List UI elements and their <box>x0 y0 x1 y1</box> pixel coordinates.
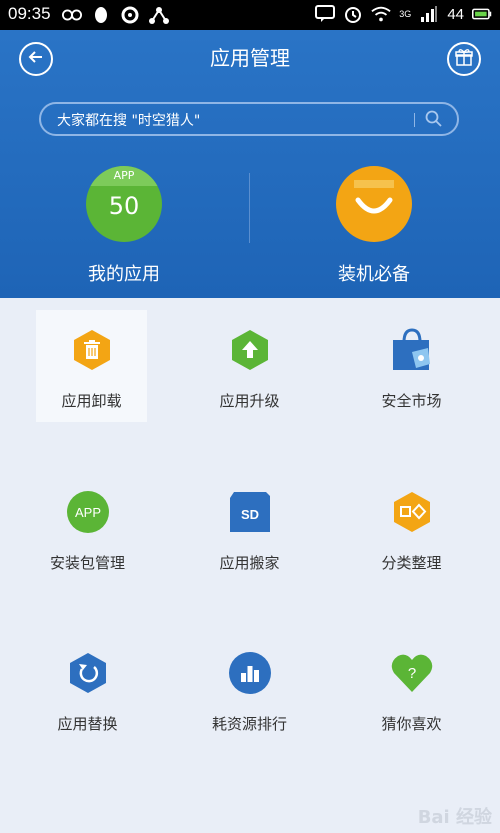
grid-label: 应用搬家 <box>219 554 280 572</box>
infinity-icon <box>62 5 82 25</box>
grid-label: 应用升级 <box>219 392 280 410</box>
grid-label: 安装包管理 <box>49 554 125 572</box>
upgrade-apps-item[interactable]: 应用升级 <box>194 310 305 422</box>
smile-bag-icon <box>336 166 412 242</box>
grid-label: 应用替换 <box>57 715 118 733</box>
share-hub-icon <box>149 5 169 25</box>
my-apps-label: 我的应用 <box>88 264 160 285</box>
grid-label: 耗资源排行 <box>211 715 287 733</box>
heart-question-icon: ? <box>390 651 434 695</box>
package-manager-item[interactable]: APP 安装包管理 <box>20 472 131 584</box>
replace-apps-item[interactable]: 应用替换 <box>32 633 143 745</box>
app-header: 应用管理 大家都在搜 "时空猎人" APP 50 我的应用 装机必备 <box>0 30 500 298</box>
app-badge: APP <box>86 166 162 186</box>
grid-label: 分类整理 <box>381 554 442 572</box>
grid-label: 安全市场 <box>381 392 442 410</box>
uninstall-apps-item[interactable]: 应用卸载 <box>36 310 147 422</box>
grid-label: 猜你喜欢 <box>381 715 442 733</box>
my-apps-button[interactable]: APP 50 我的应用 <box>24 166 224 286</box>
essentials-button[interactable]: 装机必备 <box>274 166 474 286</box>
app-package-icon-text: APP <box>75 505 101 520</box>
category-sort-item[interactable]: 分类整理 <box>356 472 467 584</box>
featured-divider <box>249 173 250 243</box>
replace-icon <box>66 651 110 695</box>
essentials-label: 装机必备 <box>338 264 410 285</box>
alarm-clock-icon <box>343 4 363 24</box>
sd-card-icon-text: SD <box>241 507 259 522</box>
wifi-icon <box>371 4 391 24</box>
app-count: 50 <box>108 192 140 220</box>
ranking-chart-icon <box>228 651 272 695</box>
category-icon <box>390 490 434 534</box>
message-icon <box>315 4 336 24</box>
sd-card-icon: SD <box>228 490 272 534</box>
aperture-icon <box>120 5 140 25</box>
heart-question-icon-text: ? <box>408 665 416 682</box>
shopping-bag-icon <box>390 328 434 372</box>
resource-ranking-item[interactable]: 耗资源排行 <box>194 633 305 745</box>
search-divider <box>414 113 415 127</box>
search-placeholder: 大家都在搜 "时空猎人" <box>57 113 201 129</box>
guess-you-like-item[interactable]: ? 猜你喜欢 <box>356 633 467 745</box>
battery-icon <box>472 4 492 24</box>
upgrade-arrow-icon <box>228 328 272 372</box>
qq-penguin-icon <box>91 5 111 25</box>
search-icon[interactable] <box>425 110 443 132</box>
app-package-icon: APP <box>66 490 110 534</box>
gift-icon <box>455 48 473 70</box>
tool-grid: 应用卸载 应用升级 安全市场 APP 安装包管理 SD 应用搬家 分类整理 应用… <box>0 298 500 833</box>
battery-level: 44 <box>447 5 464 23</box>
search-bar[interactable]: 大家都在搜 "时空猎人" <box>39 102 459 136</box>
baidu-watermark: Bai 经验 <box>417 807 492 828</box>
grid-label: 应用卸载 <box>61 392 122 410</box>
move-apps-item[interactable]: SD 应用搬家 <box>194 472 305 584</box>
network-type: 3G <box>399 9 412 19</box>
my-apps-circle: APP 50 <box>86 166 162 242</box>
status-bar: 09:35 3G 44 <box>0 0 500 30</box>
signal-icon <box>419 4 439 24</box>
status-time: 09:35 <box>8 4 51 23</box>
gift-button[interactable] <box>447 42 481 76</box>
trash-icon <box>70 328 114 372</box>
security-market-item[interactable]: 安全市场 <box>356 310 467 422</box>
page-title: 应用管理 <box>210 46 290 70</box>
